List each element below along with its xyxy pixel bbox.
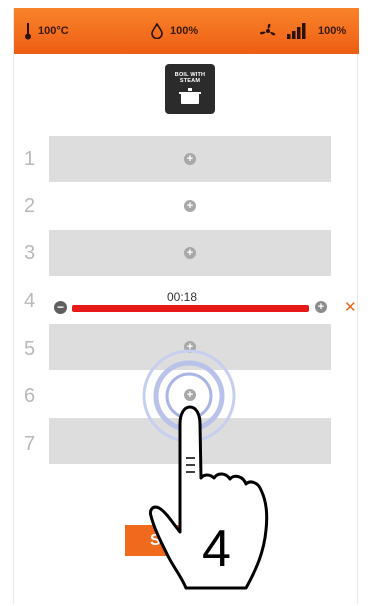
slot-number-1: 1: [24, 148, 36, 170]
humidity-value: 100%: [170, 25, 199, 37]
slot-number-6: 6: [24, 385, 36, 407]
program-label: BOIL WITH STEAM: [174, 72, 206, 84]
add-step-icon[interactable]: +: [315, 301, 327, 313]
remove-step-icon[interactable]: −: [54, 301, 67, 314]
slot-2[interactable]: +: [49, 183, 331, 229]
fan-status: 100%: [258, 8, 346, 54]
slot-number-2: 2: [24, 195, 36, 217]
add-step-icon[interactable]: +: [184, 247, 196, 259]
add-step-icon[interactable]: +: [184, 389, 196, 401]
pot-icon: [179, 88, 201, 104]
slot-number-3: 3: [24, 242, 36, 264]
thermometer-icon: [25, 23, 31, 40]
droplet-icon: [151, 23, 163, 39]
slot-5[interactable]: +: [49, 324, 331, 370]
slot-1[interactable]: +: [49, 136, 331, 182]
add-step-icon[interactable]: +: [184, 153, 196, 165]
slot-7[interactable]: [49, 418, 331, 464]
slot-number-7: 7: [24, 433, 36, 455]
temperature-value: 100°C: [38, 25, 69, 37]
fan-value: 100%: [318, 25, 347, 37]
signal-bars-icon: [287, 23, 306, 39]
fan-icon: [260, 23, 276, 36]
status-bar: 100°C 100% 100%: [14, 8, 359, 54]
slot-3[interactable]: +: [49, 230, 331, 276]
humidity-status: 100%: [150, 8, 198, 54]
oven-screen: 100°C 100% 100% BOIL WITH STEAM 1 + 2 + …: [13, 8, 359, 604]
close-icon[interactable]: ✕: [344, 298, 357, 316]
temperature-status: 100°C: [24, 8, 69, 54]
step-timer: 00:18: [167, 290, 198, 304]
stop-button[interactable]: STO: [125, 525, 220, 556]
slot-number-5: 5: [24, 338, 36, 360]
add-step-icon[interactable]: +: [184, 341, 196, 353]
add-step-icon[interactable]: +: [184, 200, 196, 212]
step-progress-bar[interactable]: [72, 305, 309, 312]
slot-6[interactable]: +: [49, 372, 331, 418]
program-icon-boil-with-steam[interactable]: BOIL WITH STEAM: [165, 64, 215, 114]
slot-number-4: 4: [24, 290, 36, 312]
